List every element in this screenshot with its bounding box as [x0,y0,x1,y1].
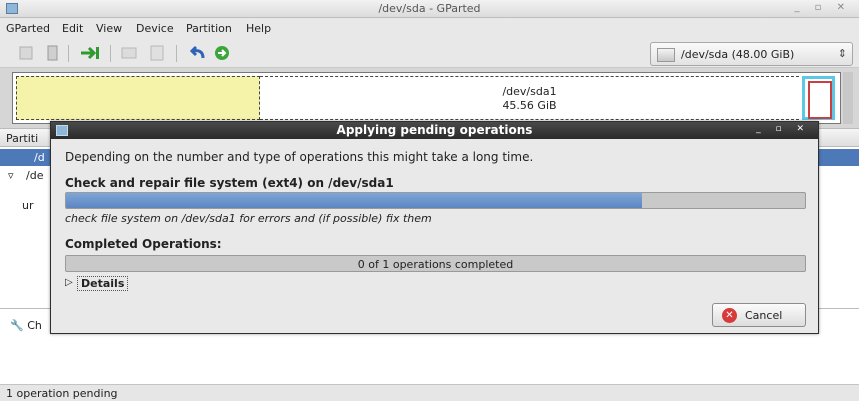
expand-triangle-icon: ▷ [65,277,73,288]
toolbar-separator [68,45,69,62]
statusbar: 1 operation pending [0,384,859,401]
partition-graphic-swap[interactable] [802,76,835,120]
row-partition: ur [22,199,34,212]
menu-device[interactable]: Device [136,22,174,35]
apply-operations-dialog: Applying pending operations _ ▫ ✕ Depend… [50,121,819,334]
operation-progress-fill [66,193,643,208]
partition-graphic-used[interactable] [16,76,260,120]
device-select[interactable]: /dev/sda (48.00 GiB) ⇕ [650,42,853,66]
operation-progress-bar [65,192,806,209]
row-partition: /de [26,169,44,182]
menu-partition[interactable]: Partition [186,22,232,35]
pending-operation-item[interactable]: 🔧 Ch [10,319,42,332]
partition-graphic-name: /dev/sda1 [502,85,557,98]
apply-icon[interactable] [214,45,232,61]
menu-gparted[interactable]: GParted [6,22,50,35]
status-text: 1 operation pending [6,387,118,400]
window-titlebar[interactable]: /dev/sda - GParted _ ▫ ✕ [0,0,859,18]
menubar: GParted Edit View Device Partition Help [0,18,859,38]
menu-edit[interactable]: Edit [62,22,83,35]
cancel-button[interactable]: ✕ Cancel [712,303,806,327]
toolbar-separator [176,45,177,62]
window-title: /dev/sda - GParted [378,2,481,15]
dropdown-arrows-icon: ⇕ [837,47,847,60]
details-label: Details [77,276,129,291]
window-controls[interactable]: _ ▫ ✕ [794,2,851,13]
dialog-titlebar[interactable]: Applying pending operations _ ▫ ✕ [51,122,818,139]
current-suboperation: check file system on /dev/sda1 for error… [65,212,432,225]
column-partition: Partiti [6,132,39,145]
pending-operation-label: Ch [27,319,42,332]
menu-view[interactable]: View [96,22,122,35]
paste-icon[interactable] [148,45,166,61]
row-partition: /d [34,151,45,164]
copy-icon[interactable] [120,45,140,61]
completed-progress-bar: 0 of 1 operations completed [65,255,806,272]
toolbar-separator [110,45,111,62]
dialog-description: Depending on the number and type of oper… [65,150,534,164]
cancel-button-label: Cancel [745,309,783,322]
dialog-title: Applying pending operations [336,123,533,137]
diskmap-scrollbar[interactable] [843,72,853,124]
operation-icon: 🔧 [10,319,24,332]
current-operation-title: Check and repair file system (ext4) on /… [65,176,394,190]
expander-icon[interactable]: ▿ [8,169,14,182]
delete-partition-icon[interactable] [44,45,60,61]
undo-icon[interactable] [188,45,206,61]
completed-operations-heading: Completed Operations: [65,237,222,251]
partition-graphic-sda1[interactable]: /dev/sda1 45.56 GiB [260,76,799,120]
resize-move-icon[interactable] [80,45,102,61]
new-partition-icon[interactable] [18,45,34,61]
cancel-icon: ✕ [722,308,737,323]
harddisk-icon [657,48,675,62]
dialog-window-controls[interactable]: _ ▫ ✕ [756,124,810,134]
device-select-value: /dev/sda (48.00 GiB) [681,48,795,61]
partition-graphic-size: 45.56 GiB [502,99,557,112]
disk-graphic: /dev/sda1 45.56 GiB [12,72,841,124]
toolbar: /dev/sda (48.00 GiB) ⇕ [0,38,859,68]
completed-progress-text: 0 of 1 operations completed [357,258,514,271]
menu-help[interactable]: Help [246,22,271,35]
